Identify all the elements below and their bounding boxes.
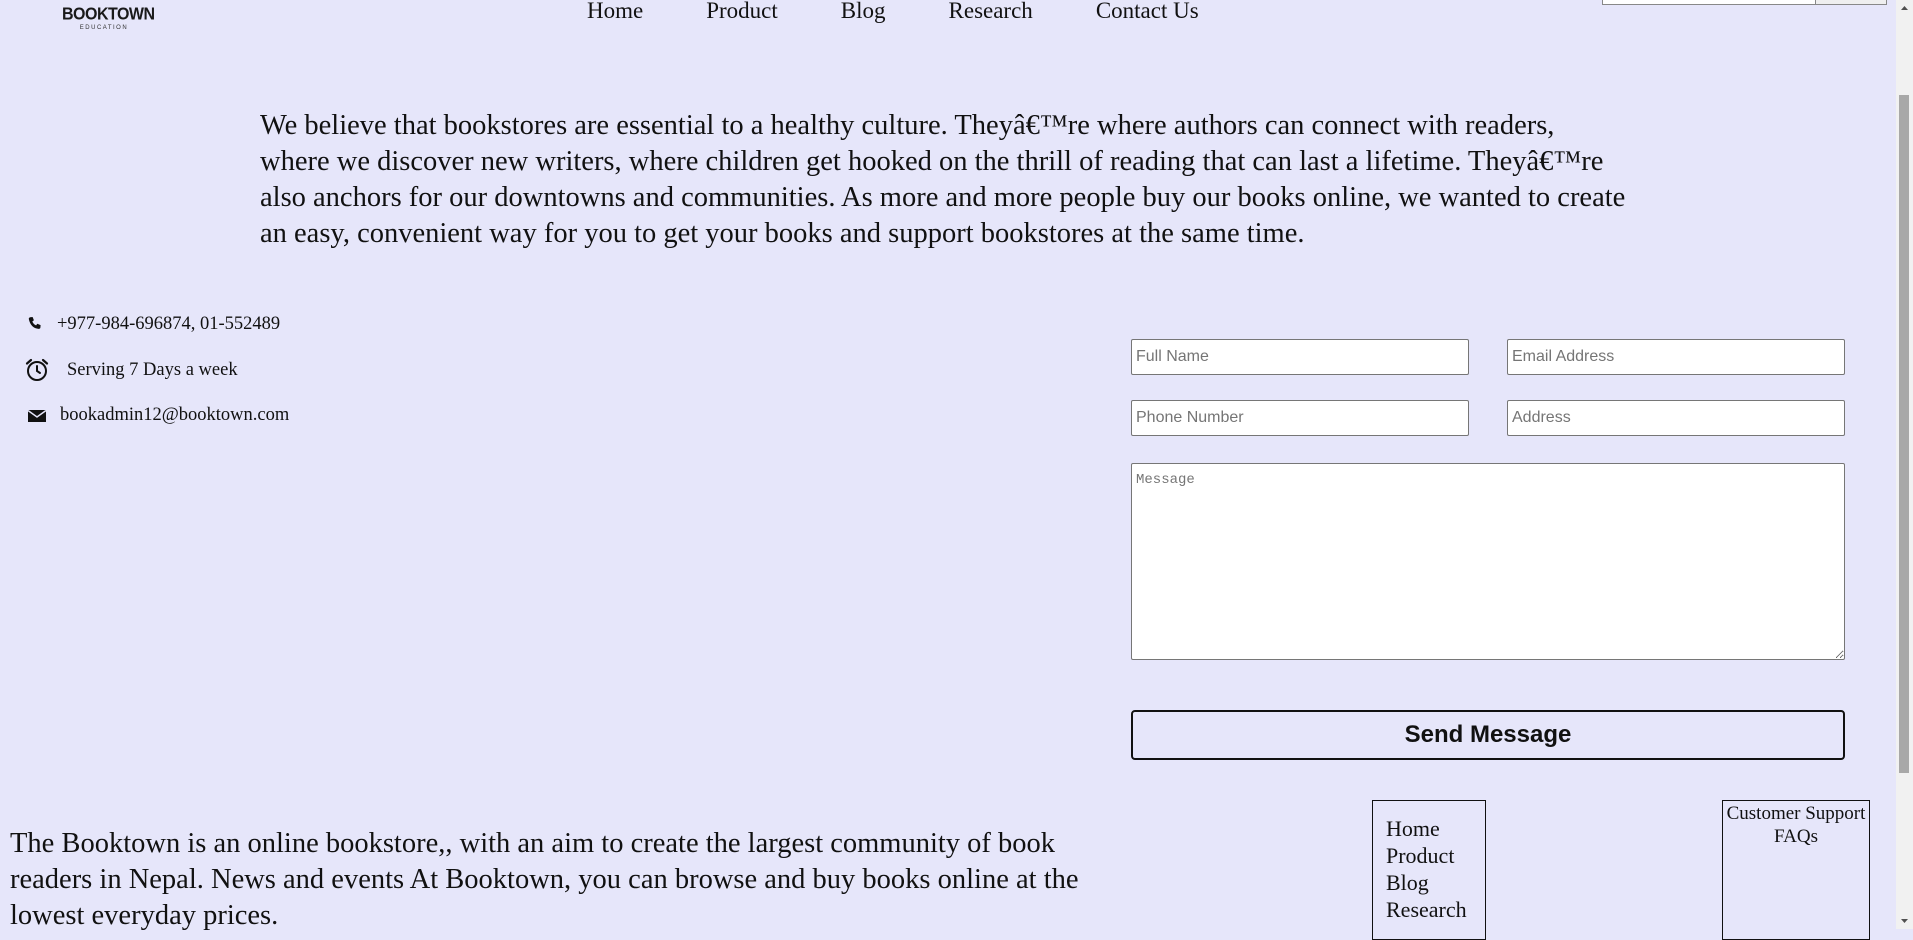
- alarm-clock-icon: [24, 357, 50, 383]
- contact-email: bookadmin12@booktown.com: [60, 405, 290, 425]
- nav-product[interactable]: Product: [706, 0, 778, 24]
- footer-link-product[interactable]: Product: [1386, 842, 1485, 869]
- nav-contact-us[interactable]: Contact Us: [1096, 0, 1199, 24]
- main-nav: Home Product Blog Research Contact Us: [587, 0, 1199, 24]
- send-message-button[interactable]: Send Message: [1131, 710, 1845, 760]
- footer-link-research[interactable]: Research: [1386, 896, 1485, 923]
- contact-hours: Serving 7 Days a week: [67, 359, 238, 380]
- scrollbar-thumb[interactable]: [1899, 95, 1909, 773]
- scroll-down-arrow-icon[interactable]: [1896, 912, 1913, 929]
- email-field[interactable]: [1507, 339, 1845, 375]
- scroll-up-arrow-icon[interactable]: [1896, 0, 1913, 17]
- about-paragraph: The Booktown is an online bookstore,, wi…: [10, 828, 1079, 931]
- search-button[interactable]: [1815, 0, 1887, 5]
- full-name-field[interactable]: [1131, 339, 1469, 375]
- envelope-icon: [27, 408, 47, 424]
- nav-home[interactable]: Home: [587, 0, 643, 24]
- nav-blog[interactable]: Blog: [841, 0, 886, 24]
- site-logo[interactable]: BOOKTOWN EDUCATION: [62, 5, 155, 32]
- contact-phone: +977-984-696874, 01-552489: [57, 314, 281, 334]
- intro-paragraph: We believe that bookstores are essential…: [260, 110, 1626, 249]
- footer-link-customer-support[interactable]: Customer Support: [1723, 802, 1869, 825]
- footer-link-faqs[interactable]: FAQs: [1723, 825, 1869, 848]
- footer-link-home[interactable]: Home: [1386, 815, 1485, 842]
- contact-email-row: bookadmin12@booktown.com: [27, 405, 289, 426]
- page-scrollbar[interactable]: [1896, 0, 1913, 929]
- contact-phone-row: +977-984-696874, 01-552489: [27, 314, 280, 335]
- phone-icon: [27, 316, 45, 334]
- phone-number-field[interactable]: [1131, 400, 1469, 436]
- address-field[interactable]: [1507, 400, 1845, 436]
- logo-wordmark: BOOKTOWN: [62, 5, 155, 24]
- footer-support: Customer Support FAQs: [1722, 800, 1870, 940]
- contact-hours-row: Serving 7 Days a week: [24, 357, 238, 383]
- search-input[interactable]: [1602, 0, 1816, 5]
- nav-research[interactable]: Research: [949, 0, 1033, 24]
- message-field[interactable]: [1131, 463, 1845, 660]
- footer-link-blog[interactable]: Blog: [1386, 869, 1485, 896]
- footer-links: Home Product Blog Research: [1372, 800, 1486, 940]
- logo-tagline: EDUCATION: [79, 25, 129, 31]
